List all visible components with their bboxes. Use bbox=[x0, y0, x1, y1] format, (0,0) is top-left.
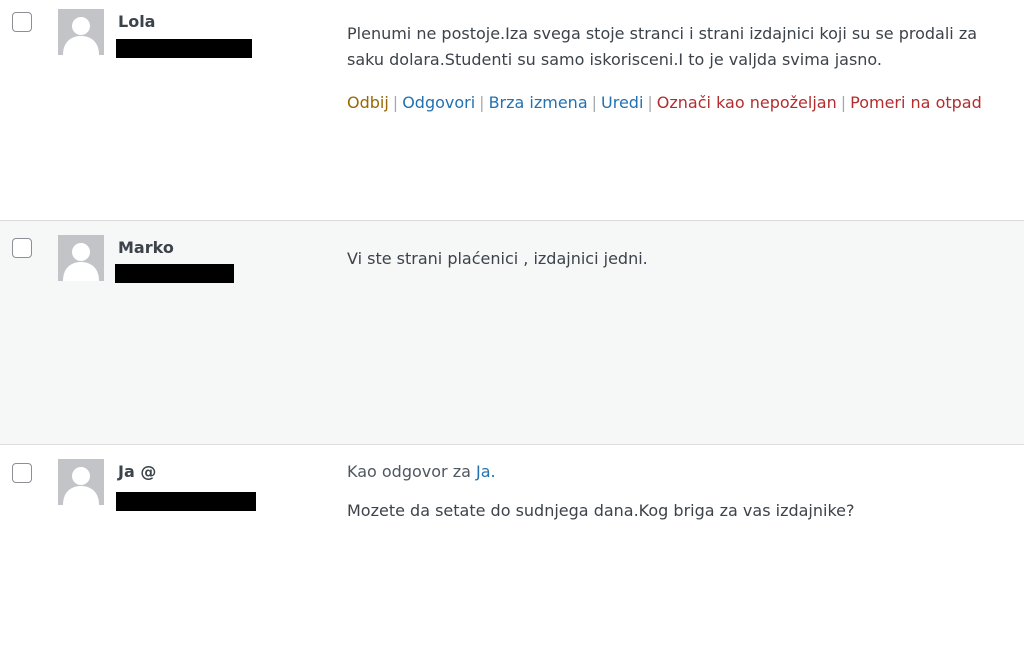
reply-action[interactable]: Odgovori bbox=[402, 93, 475, 112]
comment-author-name[interactable]: Lola bbox=[118, 12, 155, 31]
comment-row: Lola Plenumi ne postoje.Iza svega stoje … bbox=[0, 0, 1024, 220]
edit-action[interactable]: Uredi bbox=[601, 93, 643, 112]
redacted-author-info bbox=[115, 264, 234, 283]
reject-action[interactable]: Odbij bbox=[347, 93, 389, 112]
mark-spam-action[interactable]: Označi kao nepoželjan bbox=[657, 93, 837, 112]
in-reply-to-prefix: Kao odgovor za bbox=[347, 462, 471, 481]
comment-text-line: Vi ste strani plaćenici , izdajnici jedn… bbox=[347, 249, 648, 268]
default-avatar-icon bbox=[58, 459, 104, 505]
comment-text-line: Mozete da setate do sudnjega dana.Kog br… bbox=[347, 501, 855, 520]
comment-select-checkbox[interactable] bbox=[12, 463, 32, 483]
in-reply-to-link[interactable]: Ja. bbox=[476, 462, 496, 481]
in-reply-to: Kao odgovor za Ja. bbox=[347, 462, 496, 481]
comment-text: Mozete da setate do sudnjega dana.Kog br… bbox=[347, 498, 1007, 524]
comment-select-checkbox[interactable] bbox=[12, 238, 32, 258]
comment-author-name[interactable]: Ja @ bbox=[118, 462, 156, 481]
redacted-author-info bbox=[116, 492, 256, 511]
comment-row: Marko Vi ste strani plaćenici , izdajnic… bbox=[0, 220, 1024, 445]
comment-row: Ja @ Kao odgovor za Ja. Mozete da setate… bbox=[0, 445, 1024, 657]
default-avatar-icon bbox=[58, 9, 104, 55]
redacted-author-info bbox=[116, 39, 252, 58]
move-to-trash-action[interactable]: Pomeri na otpad bbox=[850, 93, 982, 112]
comment-text-line: saku dolara.Studenti su samo iskorisceni… bbox=[347, 50, 883, 69]
comment-text: Plenumi ne postoje.Iza svega stoje stran… bbox=[347, 21, 1007, 73]
default-avatar-icon bbox=[58, 235, 104, 281]
comment-text-line: Plenumi ne postoje.Iza svega stoje stran… bbox=[347, 24, 978, 43]
comment-author-name[interactable]: Marko bbox=[118, 238, 174, 257]
comment-text: Vi ste strani plaćenici , izdajnici jedn… bbox=[347, 246, 1007, 272]
comment-row-actions: Odbij | Odgovori | Brza izmena | Uredi | Označi … bbox=[347, 93, 982, 112]
quick-edit-action[interactable]: Brza izmena bbox=[489, 93, 588, 112]
comment-select-checkbox[interactable] bbox=[12, 12, 32, 32]
